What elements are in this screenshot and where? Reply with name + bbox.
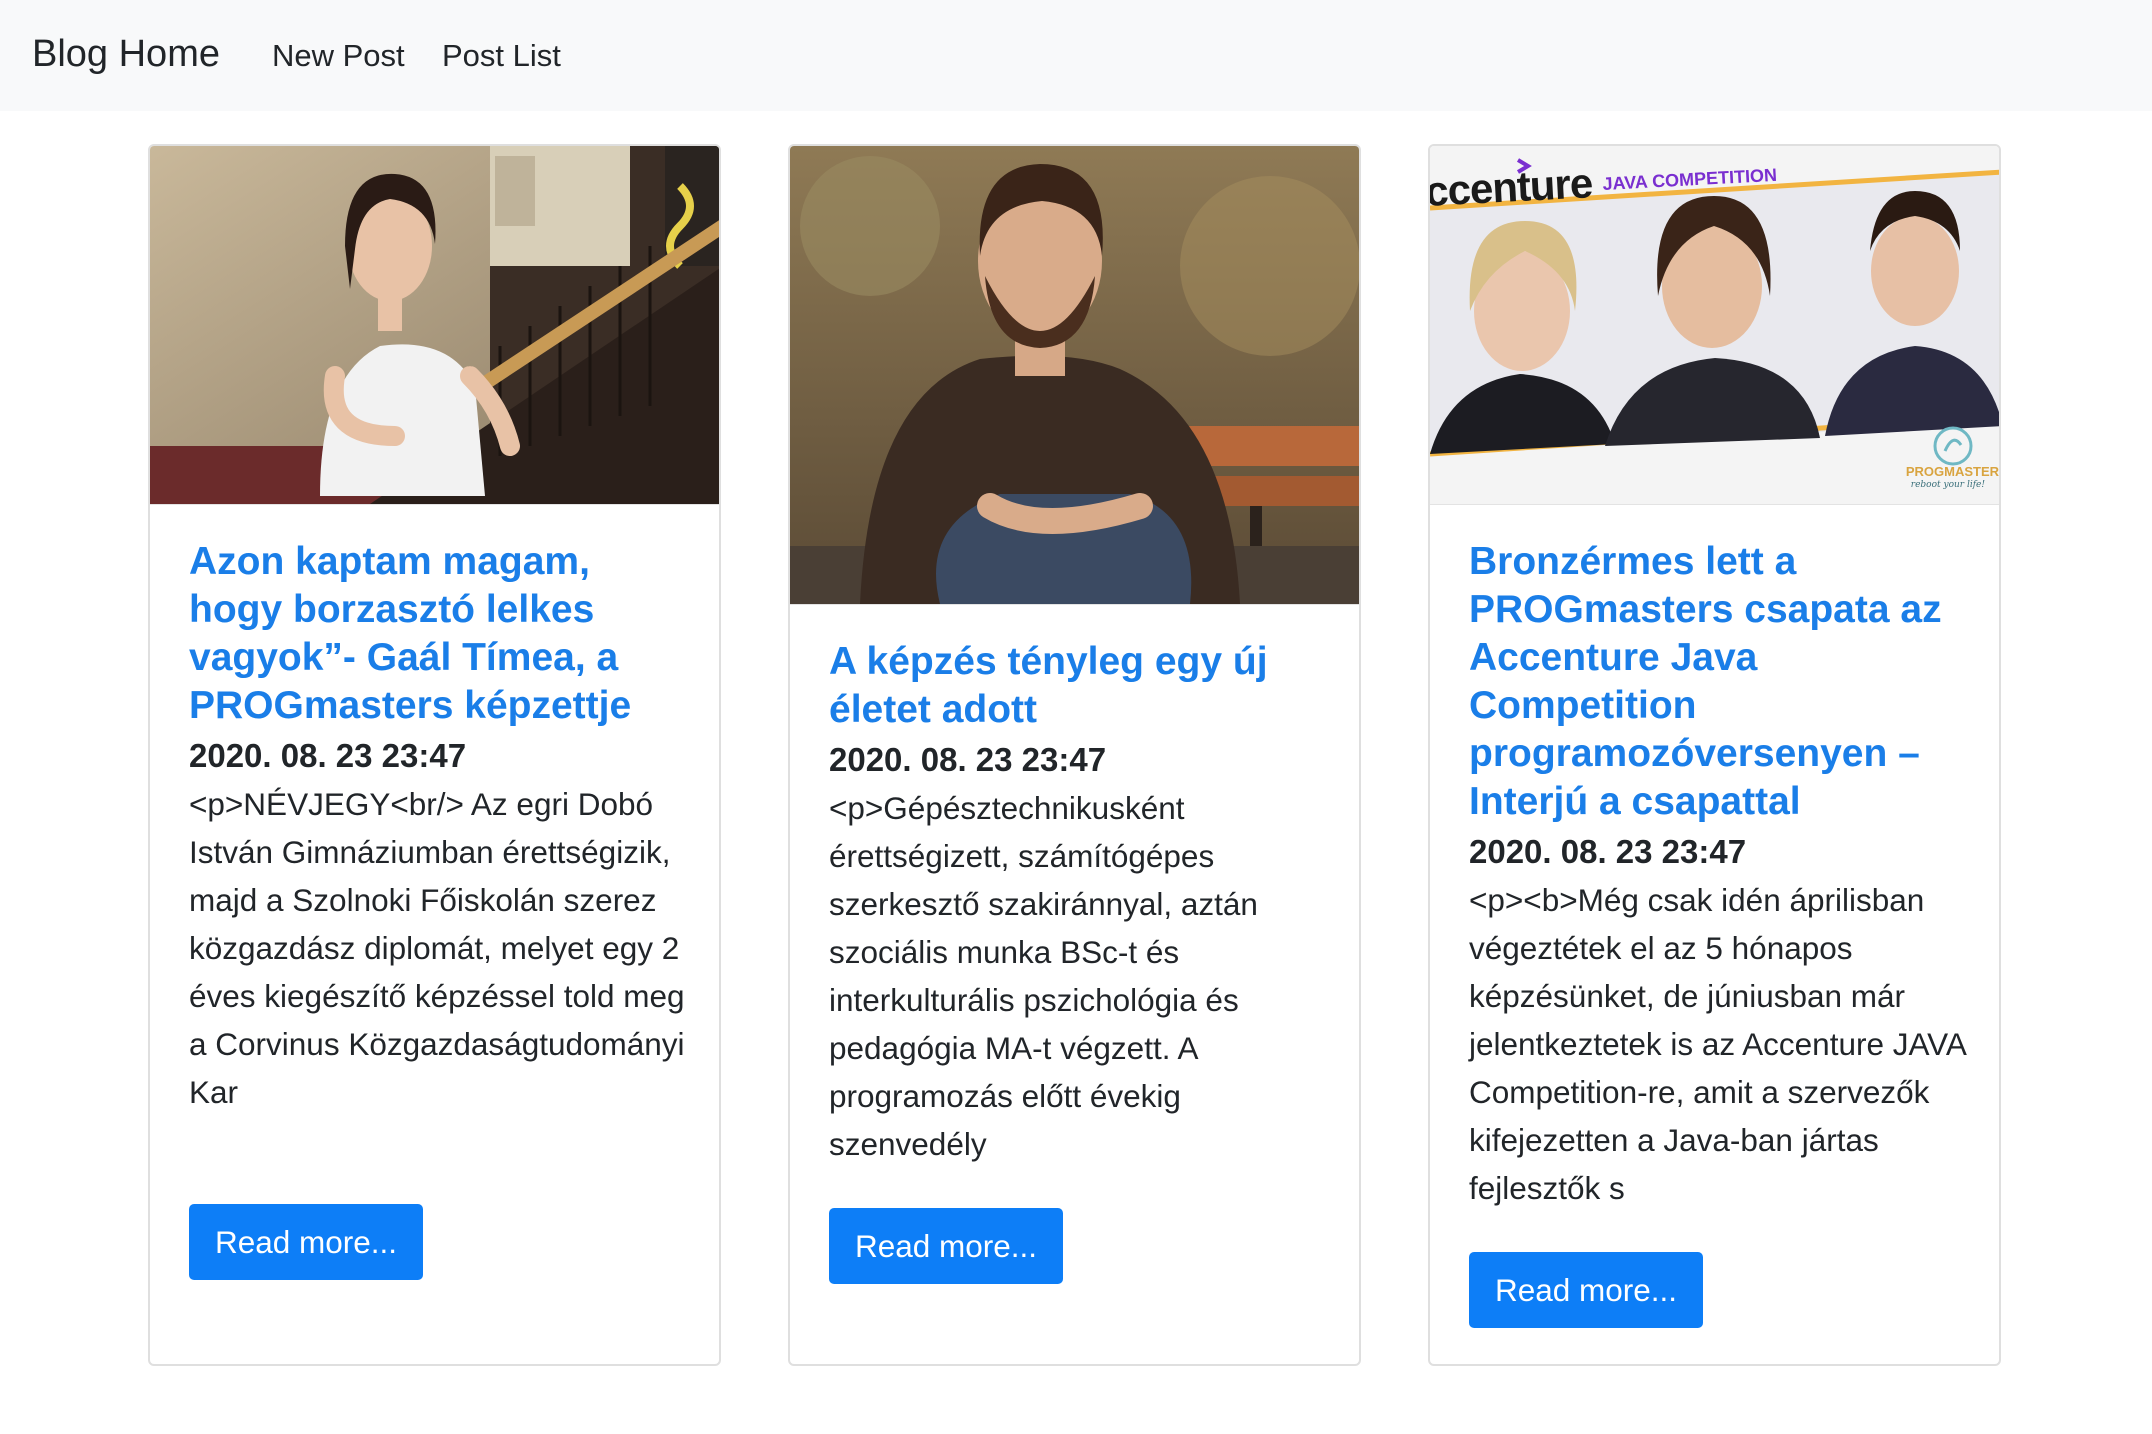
accenture-logo: ccenture JAVA COMPETITION	[1430, 168, 1860, 218]
post-image[interactable]	[790, 146, 1359, 605]
post-photo-man-bench	[790, 146, 1359, 604]
accenture-logo-text: ccenture	[1430, 168, 1594, 215]
post-title-link[interactable]: Bronzérmes lett a PROGmasters csapata az…	[1469, 538, 1969, 826]
read-more-button[interactable]: Read more...	[189, 1204, 423, 1280]
post-excerpt: <p>Gépésztechnikusként érettségizett, sz…	[829, 790, 1258, 1162]
post-card: Azon kaptam magam, hogy borzasztó lelkes…	[148, 144, 721, 1366]
post-image[interactable]: ccenture JAVA COMPETITION PROGMASTER reb…	[1430, 146, 1999, 505]
brand-link[interactable]: Blog Home	[32, 30, 220, 78]
read-more-button[interactable]: Read more...	[829, 1208, 1063, 1284]
java-competition-label: JAVA COMPETITION	[1602, 168, 1778, 194]
post-card-body: Bronzérmes lett a PROGmasters csapata az…	[1469, 538, 1969, 1212]
post-image[interactable]	[150, 146, 719, 505]
read-more-button[interactable]: Read more...	[1469, 1252, 1703, 1328]
progmasters-logo-text: PROGMASTER	[1905, 464, 1999, 479]
post-title-link[interactable]: A képzés tényleg egy új életet adott	[829, 638, 1329, 734]
progmasters-tagline: reboot your life!	[1910, 480, 1985, 490]
nav-link-new-post[interactable]: New Post	[272, 36, 405, 76]
post-date: 2020. 08. 23 23:47	[189, 737, 467, 774]
post-card-body: Azon kaptam magam, hogy borzasztó lelkes…	[189, 538, 689, 1116]
post-photo-woman-staircase	[150, 146, 719, 504]
post-date: 2020. 08. 23 23:47	[829, 741, 1107, 778]
nav-link-post-list[interactable]: Post List	[442, 36, 561, 76]
post-card-body: A képzés tényleg egy új életet adott 202…	[829, 638, 1329, 1168]
post-date: 2020. 08. 23 23:47	[1469, 833, 1747, 870]
post-title-link[interactable]: Azon kaptam magam, hogy borzasztó lelkes…	[189, 538, 689, 730]
post-card: A képzés tényleg egy új életet adott 202…	[788, 144, 1361, 1366]
post-card: ccenture JAVA COMPETITION PROGMASTER reb…	[1428, 144, 2001, 1366]
navbar: Blog Home New Post Post List	[0, 0, 2152, 111]
post-excerpt: <p>NÉVJEGY<br/> Az egri Dobó István Gimn…	[189, 786, 685, 1110]
post-excerpt: <p><b>Még csak idén áprilisban végeztéte…	[1469, 882, 1966, 1206]
